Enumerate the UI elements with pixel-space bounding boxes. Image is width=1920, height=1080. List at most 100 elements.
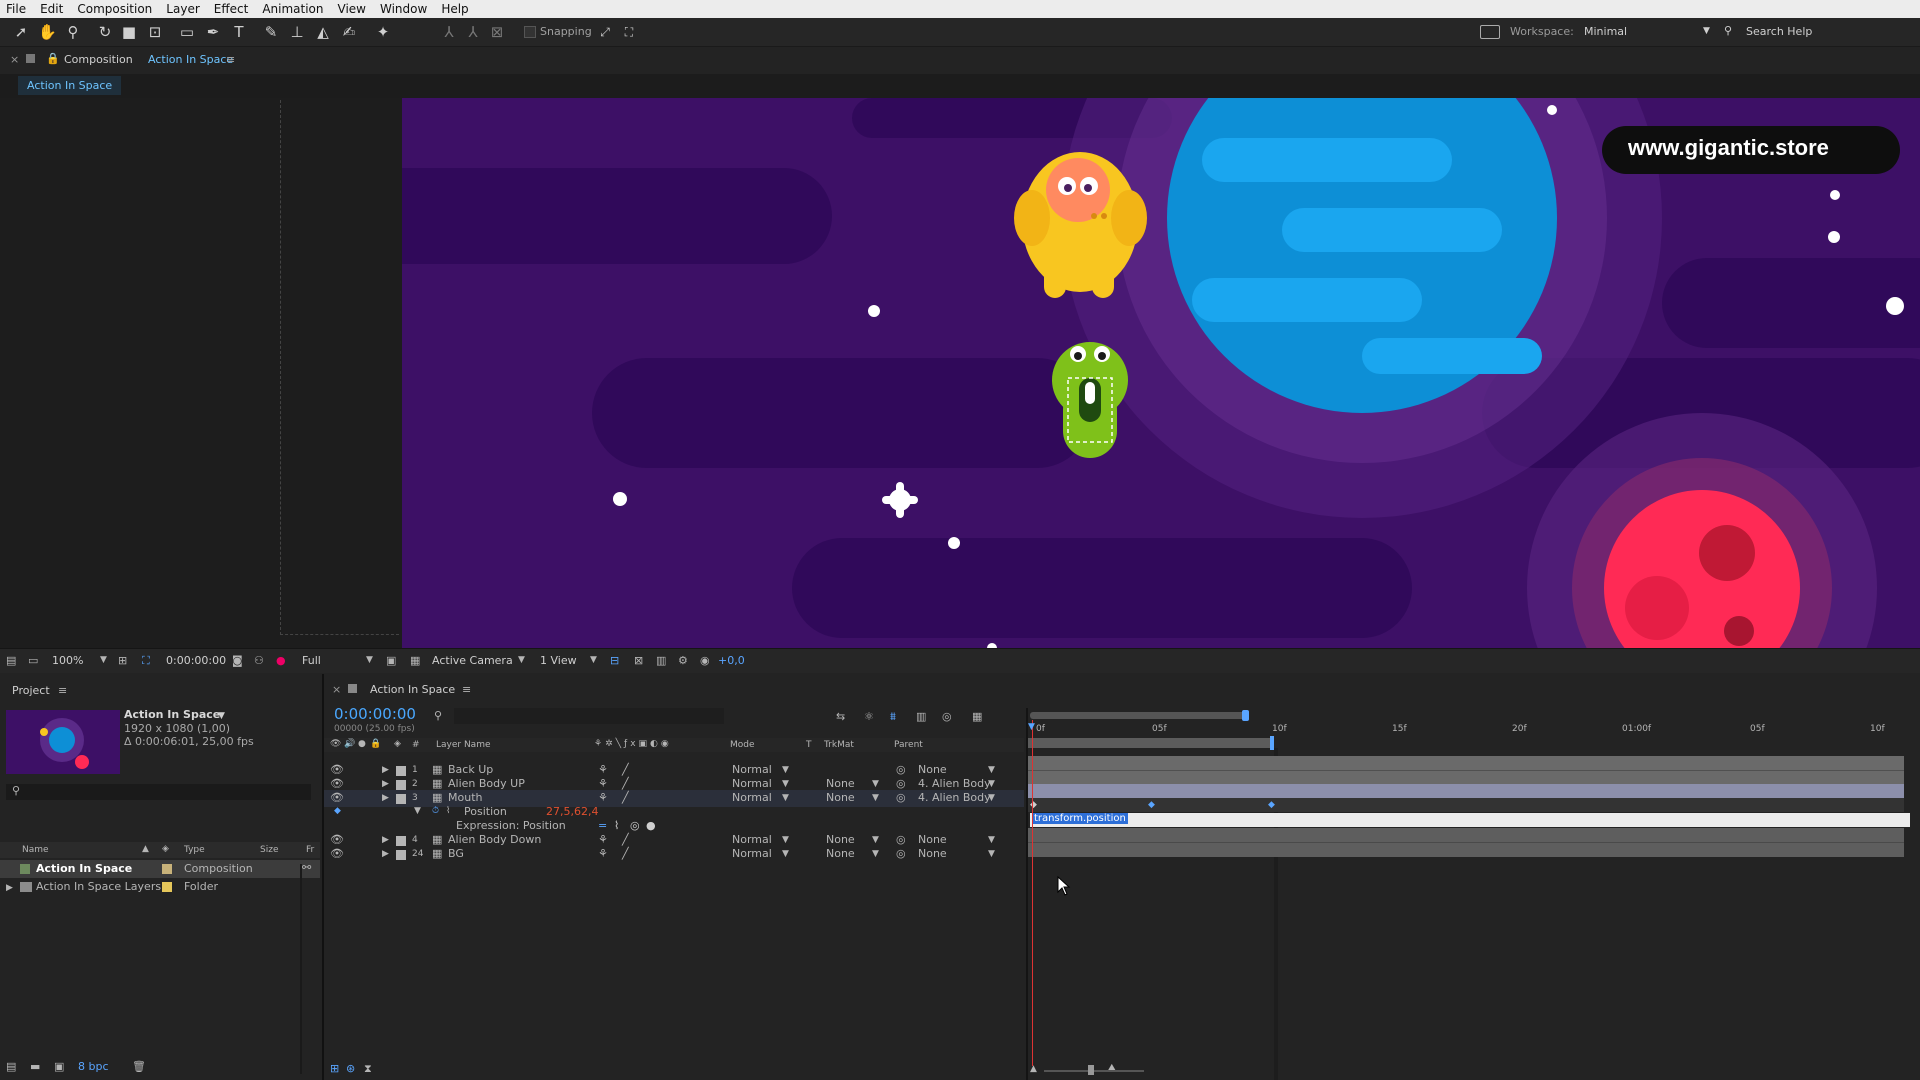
menu-animation[interactable]: Animation (256, 2, 331, 16)
workspace-chevron-down-icon[interactable]: ▼ (1703, 26, 1710, 36)
expand-layer-icon[interactable]: ▶ (382, 835, 389, 845)
camera-tool-icon[interactable]: ■ (120, 23, 138, 41)
layer-name[interactable]: Back Up (448, 763, 493, 776)
layer-name[interactable]: BG (448, 847, 464, 860)
timeline-link-icon[interactable]: ⊠ (634, 654, 643, 667)
visibility-eye-icon[interactable]: 👁 (330, 833, 344, 846)
comp-mini-flowchart-icon[interactable]: ⇆ (836, 710, 845, 723)
parent-chevron-down-icon[interactable]: ▼ (988, 765, 995, 775)
toggle-pixel-aspect-icon[interactable]: ⊟ (610, 654, 619, 667)
camera-dropdown[interactable]: Active Camera (432, 654, 513, 667)
collapse-property-icon[interactable]: ▼ (414, 806, 421, 816)
blend-mode-dropdown[interactable]: Normal (732, 833, 772, 846)
new-folder-icon[interactable]: ▬ (30, 1060, 40, 1073)
transparency-grid-icon[interactable]: ▣ (386, 654, 396, 667)
project-scrollbar[interactable] (300, 864, 302, 1074)
current-time-display[interactable]: 0:00:00:00 (334, 705, 416, 723)
quality-switch-icon[interactable]: ╱ (622, 833, 629, 846)
layer-bar-mouth[interactable] (1028, 784, 1904, 798)
label-color-swatch[interactable] (162, 882, 172, 892)
expand-layer-icon[interactable]: ▶ (382, 779, 389, 789)
search-help-input[interactable]: Search Help (1746, 25, 1812, 38)
camera-chevron-down-icon[interactable]: ▼ (518, 655, 525, 665)
menu-composition[interactable]: Composition (71, 2, 160, 16)
column-frame-rate[interactable]: Fr (306, 845, 314, 855)
solo-icon[interactable]: ● (358, 739, 366, 749)
parent-chevron-down-icon[interactable]: ▼ (988, 849, 995, 859)
eraser-tool-icon[interactable]: ◭ (314, 23, 332, 41)
project-search-input[interactable] (6, 784, 311, 800)
clone-stamp-tool-icon[interactable]: ⊥ (288, 23, 306, 41)
blend-mode-dropdown[interactable]: Normal (732, 777, 772, 790)
roto-brush-tool-icon[interactable]: ✍ (340, 23, 358, 41)
workspace-toggle-icon[interactable] (1480, 25, 1500, 39)
position-value[interactable]: 27,5,62,4 (546, 805, 598, 818)
flowchart-icon[interactable]: ⚯ (302, 861, 311, 874)
comp-flowchart-icon[interactable]: ▥ (656, 654, 666, 667)
label-tag-icon[interactable]: ◈ (162, 844, 169, 854)
motion-blur-icon[interactable]: ◎ (942, 710, 952, 723)
viewer-timecode[interactable]: 0:00:00:00 (166, 654, 226, 667)
layer-name[interactable]: Alien Body UP (448, 777, 525, 790)
selection-tool-icon[interactable]: ➚ (12, 23, 30, 41)
show-snapshot-icon[interactable]: ⚇ (254, 654, 264, 667)
column-trkmat[interactable]: TrkMat (824, 740, 854, 750)
column-number[interactable]: # (412, 740, 420, 750)
track-matte-dropdown[interactable]: None (826, 777, 855, 790)
timeline-search-input[interactable] (454, 708, 724, 724)
quality-switch-icon[interactable]: ╱ (622, 763, 629, 776)
snap-features-icon[interactable]: ⛶ (620, 23, 638, 41)
timeline-tab[interactable]: Action In Space (370, 683, 455, 696)
navigator-end-handle[interactable] (1242, 710, 1249, 721)
layer-bar-alien-body-down[interactable] (1028, 828, 1904, 842)
layer-row[interactable]: 👁 ▶ 24 ▦ BG ⚘ ╱ Normal ▼ None ▼ ◎ None ▼ (324, 846, 1024, 863)
local-axis-icon[interactable]: ⅄ (440, 23, 458, 41)
column-parent[interactable]: Parent (894, 740, 923, 750)
playhead-handle-icon[interactable]: ▼ (1028, 722, 1035, 732)
column-size[interactable]: Size (260, 845, 278, 855)
parent-chevron-down-icon[interactable]: ▼ (988, 793, 995, 803)
layer-bar-bg[interactable] (1028, 842, 1904, 857)
quality-switch-icon[interactable]: ╱ (622, 777, 629, 790)
transfer-controls-icon[interactable]: ⊛ (346, 1062, 355, 1075)
lock-icon[interactable]: 🔒 (370, 739, 381, 749)
menu-help[interactable]: Help (435, 2, 476, 16)
keyframe-diamond-icon[interactable]: ◆ (1148, 800, 1155, 810)
trash-icon[interactable]: 🗑 (132, 1060, 146, 1073)
parent-dropdown[interactable]: 4. Alien Body (918, 777, 991, 790)
audio-icon[interactable]: 🔊 (344, 739, 355, 749)
menu-edit[interactable]: Edit (34, 2, 71, 16)
zoom-out-icon[interactable]: ▲ (1030, 1064, 1037, 1074)
draft-3d-icon[interactable]: ⚛ (864, 710, 874, 723)
view-layout-dropdown[interactable]: 1 View (540, 654, 577, 667)
workspace-dropdown[interactable]: Minimal (1584, 25, 1627, 38)
parent-dropdown[interactable]: None (918, 763, 947, 776)
expression-text[interactable]: transform.position (1032, 813, 1128, 824)
fast-preview-icon[interactable]: ▦ (410, 654, 420, 667)
shy-switch-icon[interactable]: ⚘ (598, 791, 608, 804)
visibility-eye-icon[interactable]: 👁 (330, 777, 344, 790)
new-comp-icon[interactable]: ▣ (54, 1060, 64, 1073)
mode-chevron-down-icon[interactable]: ▼ (782, 835, 789, 845)
composition-name-dropdown[interactable]: Action In Space (148, 53, 233, 66)
shy-switch-icon[interactable]: ⚘ (598, 833, 608, 846)
zoom-chevron-down-icon[interactable]: ▼ (100, 655, 107, 665)
panel-menu-icon[interactable]: ≡ (462, 683, 471, 696)
label-color-swatch[interactable] (396, 766, 406, 776)
parent-pickwhip-icon[interactable]: ◎ (896, 847, 906, 860)
track-matte-dropdown[interactable]: None (826, 833, 855, 846)
blend-mode-dropdown[interactable]: Normal (732, 791, 772, 804)
parent-dropdown[interactable]: 4. Alien Body (918, 791, 991, 804)
menu-file[interactable]: File (0, 2, 34, 16)
column-layer-name[interactable]: Layer Name (436, 740, 491, 750)
menu-layer[interactable]: Layer (160, 2, 207, 16)
panel-menu-icon[interactable]: ≡ (226, 53, 235, 66)
rectangle-tool-icon[interactable]: ▭ (178, 23, 196, 41)
keyframe-diamond-icon[interactable]: ◆ (1268, 800, 1275, 810)
fit-icon[interactable]: ⊞ (118, 654, 127, 667)
trkmat-chevron-down-icon[interactable]: ▼ (872, 835, 879, 845)
parent-pickwhip-icon[interactable]: ◎ (896, 777, 906, 790)
mode-chevron-down-icon[interactable]: ▼ (782, 765, 789, 775)
label-color-swatch[interactable] (396, 836, 406, 846)
switches-icons[interactable]: ⚘✲╲ƒx▣◐◉ (594, 739, 672, 749)
